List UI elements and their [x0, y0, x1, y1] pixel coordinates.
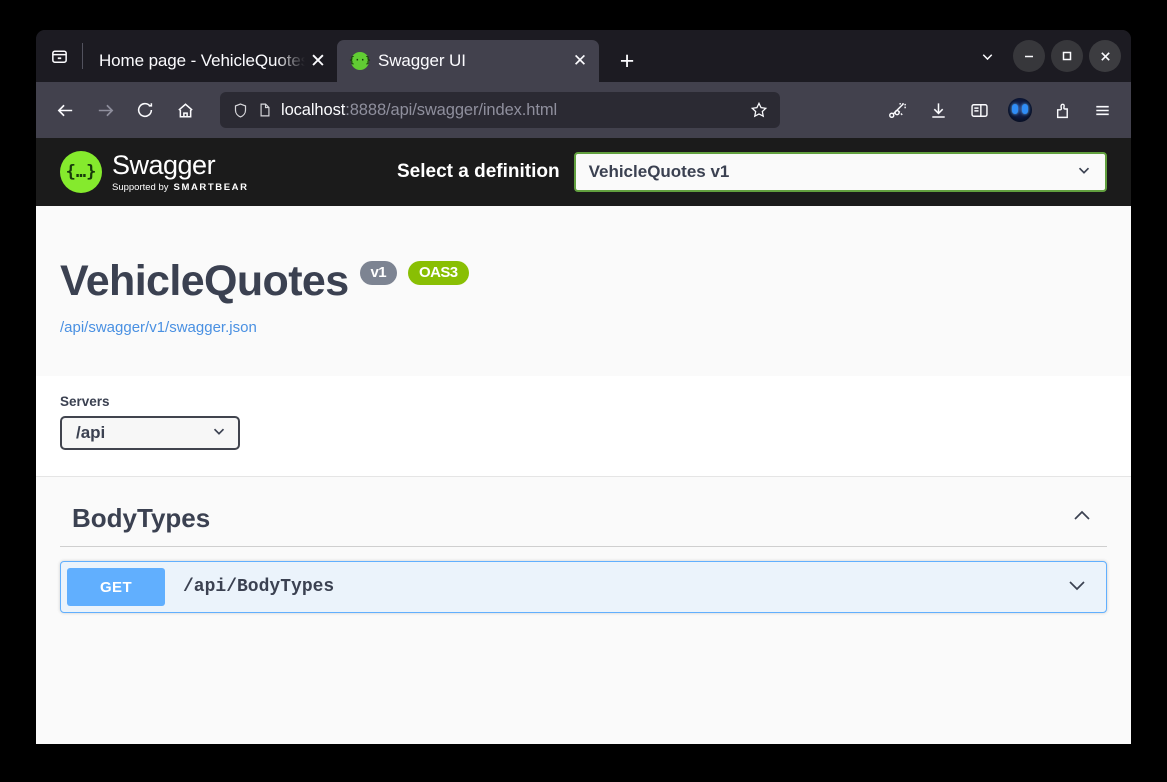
browser-toolbar-icons — [878, 91, 1121, 129]
star-icon[interactable] — [748, 99, 770, 121]
swagger-logo[interactable]: {…} Swagger Supported by SMARTBEAR — [60, 151, 249, 193]
server-select[interactable]: /api — [60, 416, 240, 451]
sidebar-icon[interactable] — [960, 91, 998, 129]
chevron-up-icon[interactable] — [1069, 503, 1095, 534]
close-window-button[interactable] — [1089, 40, 1121, 72]
select-definition-label: Select a definition — [397, 161, 560, 182]
api-info-block: VehicleQuotes v1 OAS3 /api/swagger/v1/sw… — [36, 206, 1131, 377]
operation-get-api-bodytypes[interactable]: GET /api/BodyTypes — [60, 561, 1107, 614]
definition-select[interactable]: VehicleQuotes v1 — [573, 152, 1107, 192]
page-content: {…} Swagger Supported by SMARTBEAR Selec… — [36, 138, 1131, 744]
tag-name: BodyTypes — [72, 503, 211, 534]
home-icon[interactable] — [166, 91, 204, 129]
tab-strip: Home page - VehicleQuotes. ✕ {··} Swagge… — [36, 30, 1131, 82]
servers-block: Servers /api — [36, 376, 1131, 478]
swagger-logo-text: Swagger Supported by SMARTBEAR — [112, 149, 249, 193]
url-host: localhost — [281, 100, 346, 119]
api-title-text: VehicleQuotes — [60, 257, 349, 305]
browser-tab-home-page[interactable]: Home page - VehicleQuotes. ✕ — [85, 40, 337, 82]
server-select-value: /api — [76, 423, 106, 443]
url-path: :8888/api/swagger/index.html — [345, 100, 558, 119]
new-tab-button[interactable]: + — [609, 43, 645, 79]
back-arrow-icon[interactable] — [46, 91, 84, 129]
shield-icon — [232, 102, 249, 119]
operation-path: /api/BodyTypes — [183, 577, 335, 598]
extensions-icon[interactable] — [1042, 91, 1080, 129]
account-avatar-icon[interactable] — [1001, 91, 1039, 129]
page-icon — [257, 102, 273, 118]
http-method-badge: GET — [67, 568, 165, 607]
reload-icon[interactable] — [126, 91, 164, 129]
swagger-topbar: {…} Swagger Supported by SMARTBEAR Selec… — [36, 138, 1131, 206]
definition-selector-group: Select a definition VehicleQuotes v1 — [397, 152, 1107, 192]
page-title: VehicleQuotes v1 OAS3 — [60, 257, 1107, 305]
chevron-down-icon[interactable] — [967, 36, 1007, 76]
forward-arrow-icon — [86, 91, 124, 129]
tag-header[interactable]: BodyTypes — [60, 503, 1107, 548]
maximize-button[interactable] — [1051, 40, 1083, 72]
url-text: localhost:8888/api/swagger/index.html — [281, 101, 740, 120]
tag-section-bodytypes: BodyTypes GET /api/BodyTypes — [36, 477, 1131, 614]
spec-json-link[interactable]: /api/swagger/v1/swagger.json — [60, 319, 1107, 336]
chevron-down-icon[interactable] — [1064, 572, 1090, 603]
chevron-down-icon — [210, 422, 228, 445]
browser-window: Home page - VehicleQuotes. ✕ {··} Swagge… — [36, 30, 1131, 744]
tab-title: Home page - VehicleQuotes. — [99, 51, 305, 70]
swagger-logo-icon: {…} — [60, 151, 102, 193]
close-icon[interactable]: ✕ — [308, 51, 328, 72]
navigation-toolbar: localhost:8888/api/swagger/index.html — [36, 82, 1131, 138]
close-icon[interactable]: ✕ — [570, 51, 590, 71]
browser-tab-swagger-ui[interactable]: {··} Swagger UI ✕ — [337, 40, 599, 82]
window-controls — [967, 30, 1125, 82]
swagger-wordmark: Swagger — [112, 149, 216, 180]
url-bar[interactable]: localhost:8888/api/swagger/index.html — [220, 92, 780, 128]
swagger-supported-by: Supported by SMARTBEAR — [112, 183, 249, 193]
servers-label: Servers — [60, 394, 110, 410]
swagger-favicon-icon: {··} — [349, 52, 371, 70]
definition-select-value: VehicleQuotes v1 — [588, 162, 730, 181]
tab-separator — [82, 43, 83, 69]
tab-list-button[interactable] — [36, 30, 82, 82]
downloads-icon[interactable] — [919, 91, 957, 129]
smartbear-brand: SMARTBEAR — [173, 181, 249, 193]
app-menu-icon[interactable] — [1083, 91, 1121, 129]
minimize-button[interactable] — [1013, 40, 1045, 72]
supported-by-text: Supported by — [112, 181, 169, 193]
oas-badge: OAS3 — [408, 260, 469, 285]
screenshot-icon[interactable] — [878, 91, 916, 129]
chevron-down-icon — [1075, 161, 1093, 184]
tab-title: Swagger UI — [378, 51, 466, 70]
version-badge: v1 — [359, 260, 398, 285]
